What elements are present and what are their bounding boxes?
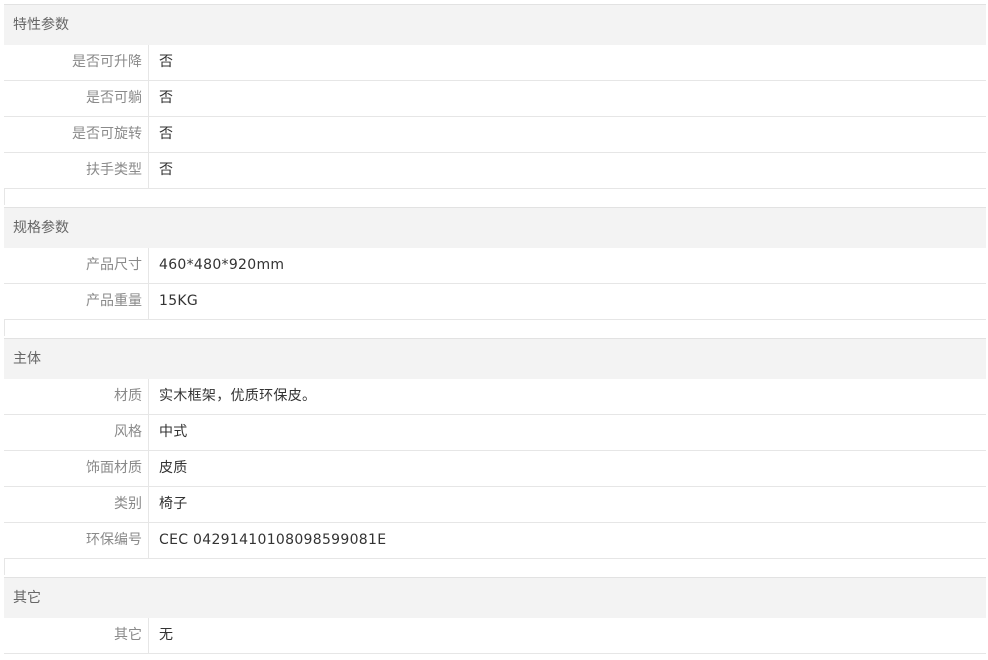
spec-row: 是否可旋转 否 <box>4 117 986 153</box>
spec-row: 产品重量 15KG <box>4 284 986 320</box>
spec-row: 类别 椅子 <box>4 487 986 523</box>
spec-label: 是否可升降 <box>4 45 149 80</box>
spec-value: 15KG <box>159 293 199 309</box>
group-header: 主体 <box>4 338 986 379</box>
spec-row: 是否可升降 否 <box>4 45 986 81</box>
spec-label: 饰面材质 <box>4 451 149 486</box>
spec-label: 是否可旋转 <box>4 117 149 152</box>
group-header: 特性参数 <box>4 4 986 45</box>
group-spacer <box>4 559 986 575</box>
spec-label: 材质 <box>4 379 149 414</box>
spec-group-other: 其它 其它 无 <box>4 577 986 654</box>
spec-value: 否 <box>159 54 174 70</box>
spec-row: 是否可躺 否 <box>4 81 986 117</box>
spec-group-body: 主体 材质 实木框架，优质环保皮。 风格 中式 饰面材质 皮质 类别 椅子 环保… <box>4 338 986 575</box>
spec-row: 环保编号 CEC 04291410108098599081E <box>4 523 986 559</box>
group-header: 其它 <box>4 577 986 618</box>
spec-value: 皮质 <box>159 460 188 476</box>
spec-label: 风格 <box>4 415 149 450</box>
spec-value: 否 <box>159 90 174 106</box>
spec-value: CEC 04291410108098599081E <box>159 532 387 548</box>
spec-row: 其它 无 <box>4 618 986 654</box>
group-spacer <box>4 320 986 336</box>
spec-label: 产品尺寸 <box>4 248 149 283</box>
spec-label: 扶手类型 <box>4 153 149 188</box>
spec-label: 产品重量 <box>4 284 149 319</box>
spec-row: 产品尺寸 460*480*920mm <box>4 248 986 284</box>
spec-row: 饰面材质 皮质 <box>4 451 986 487</box>
spec-label: 环保编号 <box>4 523 149 558</box>
spec-value: 无 <box>159 627 174 643</box>
spec-label: 是否可躺 <box>4 81 149 116</box>
spec-row: 材质 实木框架，优质环保皮。 <box>4 379 986 415</box>
spec-value: 否 <box>159 126 174 142</box>
group-spacer <box>4 189 986 205</box>
spec-value: 460*480*920mm <box>159 257 285 273</box>
spec-value: 椅子 <box>159 496 188 512</box>
spec-value: 实木框架，优质环保皮。 <box>159 388 317 404</box>
spec-value: 否 <box>159 162 174 178</box>
spec-row: 扶手类型 否 <box>4 153 986 189</box>
spec-label: 其它 <box>4 618 149 653</box>
spec-group-dimensions: 规格参数 产品尺寸 460*480*920mm 产品重量 15KG <box>4 207 986 336</box>
spec-group-features: 特性参数 是否可升降 否 是否可躺 否 是否可旋转 否 扶手类型 否 <box>4 4 986 205</box>
spec-value: 中式 <box>159 424 188 440</box>
spec-row: 风格 中式 <box>4 415 986 451</box>
group-header: 规格参数 <box>4 207 986 248</box>
spec-label: 类别 <box>4 487 149 522</box>
